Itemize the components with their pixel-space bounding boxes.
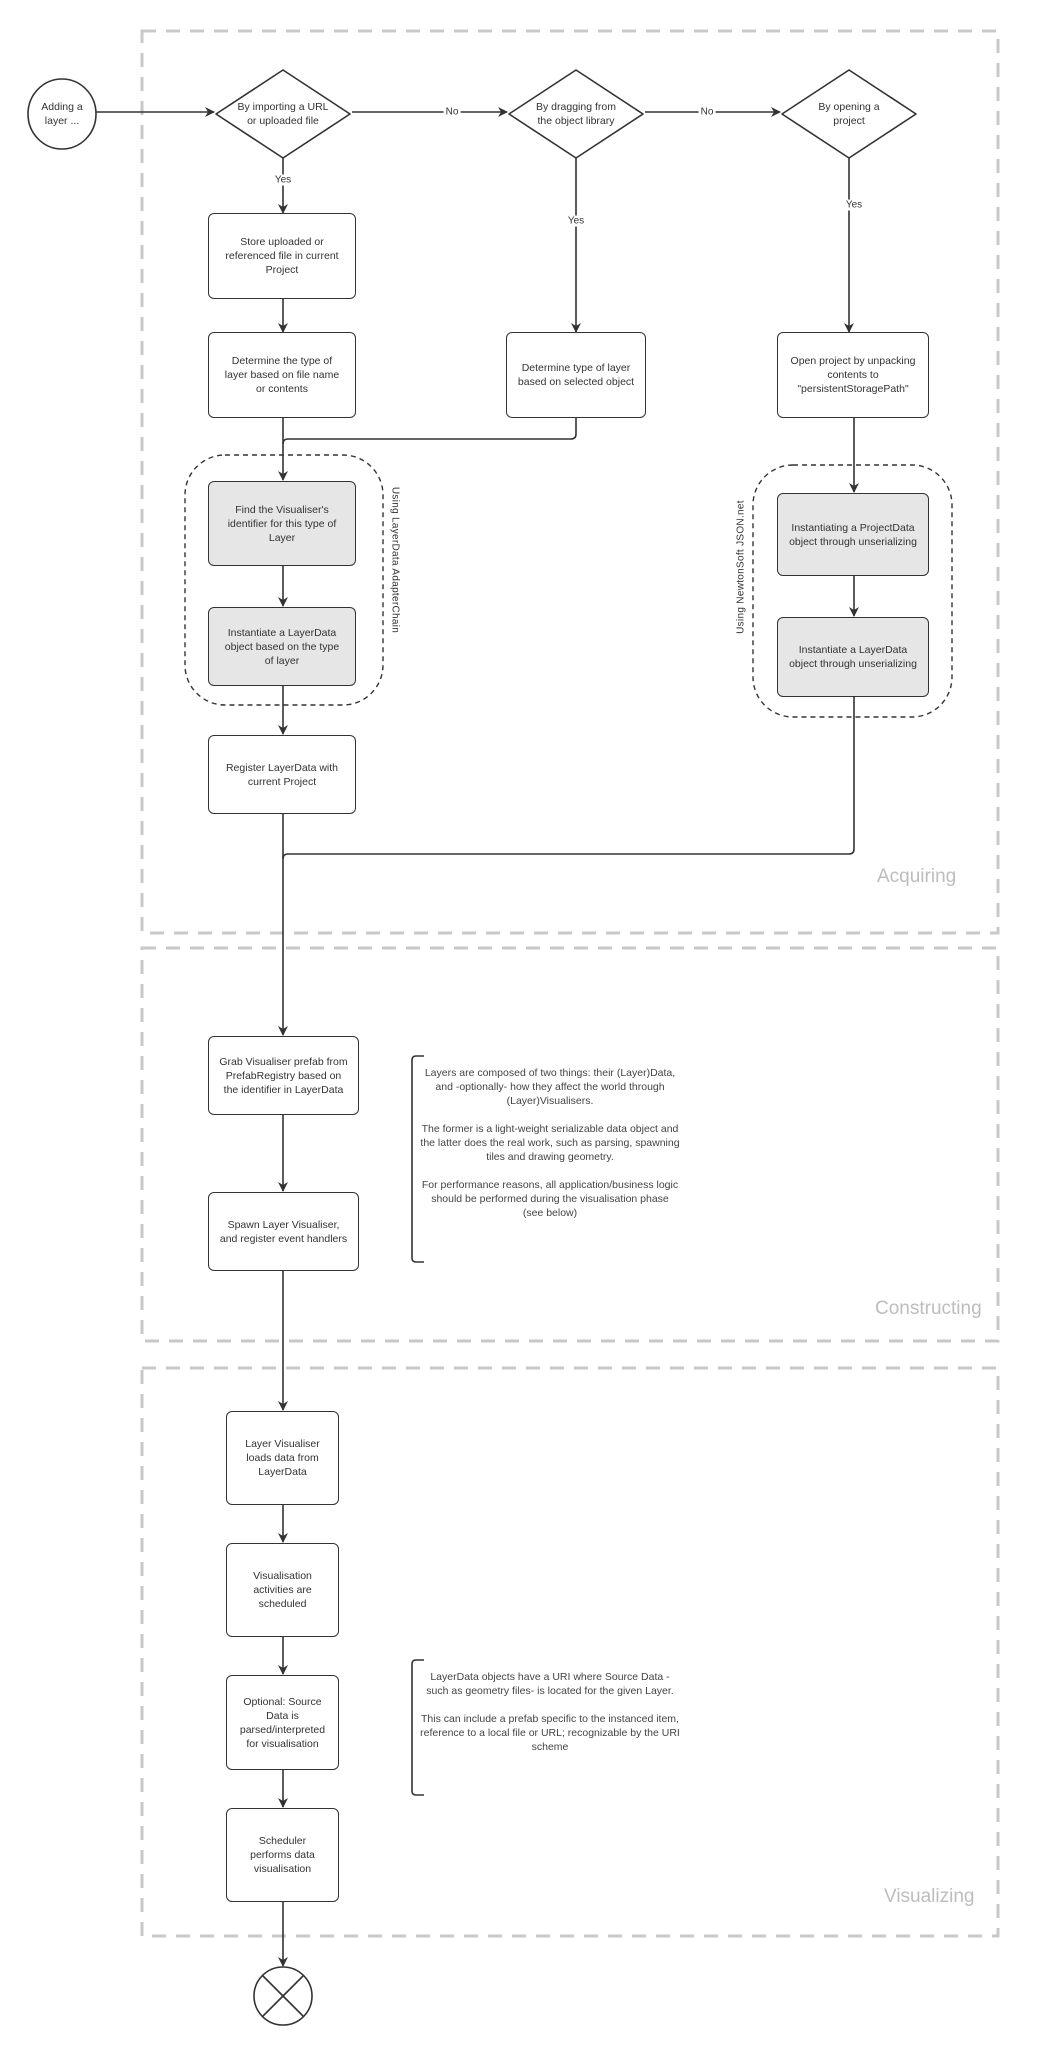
edge-label-yes: Yes — [565, 215, 587, 227]
step-activities-scheduled: Visualisation activities are scheduled — [226, 1543, 339, 1637]
step-store-file: Store uploaded or referenced file in cur… — [208, 213, 356, 299]
decision-open-label: By opening a project — [818, 101, 880, 127]
step-grab-prefab: Grab Visualiser prefab from PrefabRegist… — [208, 1036, 359, 1115]
section-title-acquiring: Acquiring — [877, 866, 957, 887]
section-title-constructing: Constructing — [875, 1298, 982, 1319]
step-register-layerdata: Register LayerData with current Project — [208, 735, 356, 814]
end-cross-icon — [253, 1966, 313, 2026]
step-instantiate-projectdata: Instantiating a ProjectData object throu… — [777, 493, 929, 576]
edge-label-no: No — [698, 106, 716, 118]
step-determine-type-object: Determine type of layer based on selecte… — [506, 332, 646, 418]
step-visualiser-loads-data: Layer Visualiser loads data from LayerDa… — [226, 1411, 339, 1505]
step-instantiate-layerdata-unserialize: Instantiate a LayerData object through u… — [777, 617, 929, 697]
json-group-label: Using NewtonSoft JSON.net — [735, 500, 747, 634]
step-instantiate-layerdata-type: Instantiate a LayerData object based on … — [208, 607, 356, 686]
start-label: Adding a layer ... — [41, 101, 83, 127]
decision-drag-label: By dragging from the object library — [536, 101, 616, 127]
note-layers: Layers are composed of two things: their… — [420, 1067, 680, 1219]
step-determine-type-file: Determine the type of layer based on fil… — [208, 332, 356, 418]
edge-label-no: No — [443, 106, 461, 118]
decision-import-label: By importing a URL or uploaded file — [237, 101, 329, 127]
step-open-project: Open project by unpacking contents to "p… — [777, 332, 929, 418]
step-scheduler-performs: Scheduler performs data visualisation — [226, 1808, 339, 1902]
note-uri: LayerData objects have a URI where Sourc… — [420, 1671, 680, 1753]
step-spawn-visualiser: Spawn Layer Visualiser, and register eve… — [208, 1192, 359, 1271]
edge-label-yes: Yes — [843, 199, 865, 211]
step-find-identifier: Find the Visualiser's identifier for thi… — [208, 481, 356, 566]
section-title-visualizing: Visualizing — [884, 1886, 975, 1907]
edge-label-yes: Yes — [272, 174, 294, 186]
step-source-data-parsed: Optional: Source Data is parsed/interpre… — [226, 1675, 339, 1770]
adapter-chain-label: Using LayerData AdapterChain — [389, 486, 401, 634]
